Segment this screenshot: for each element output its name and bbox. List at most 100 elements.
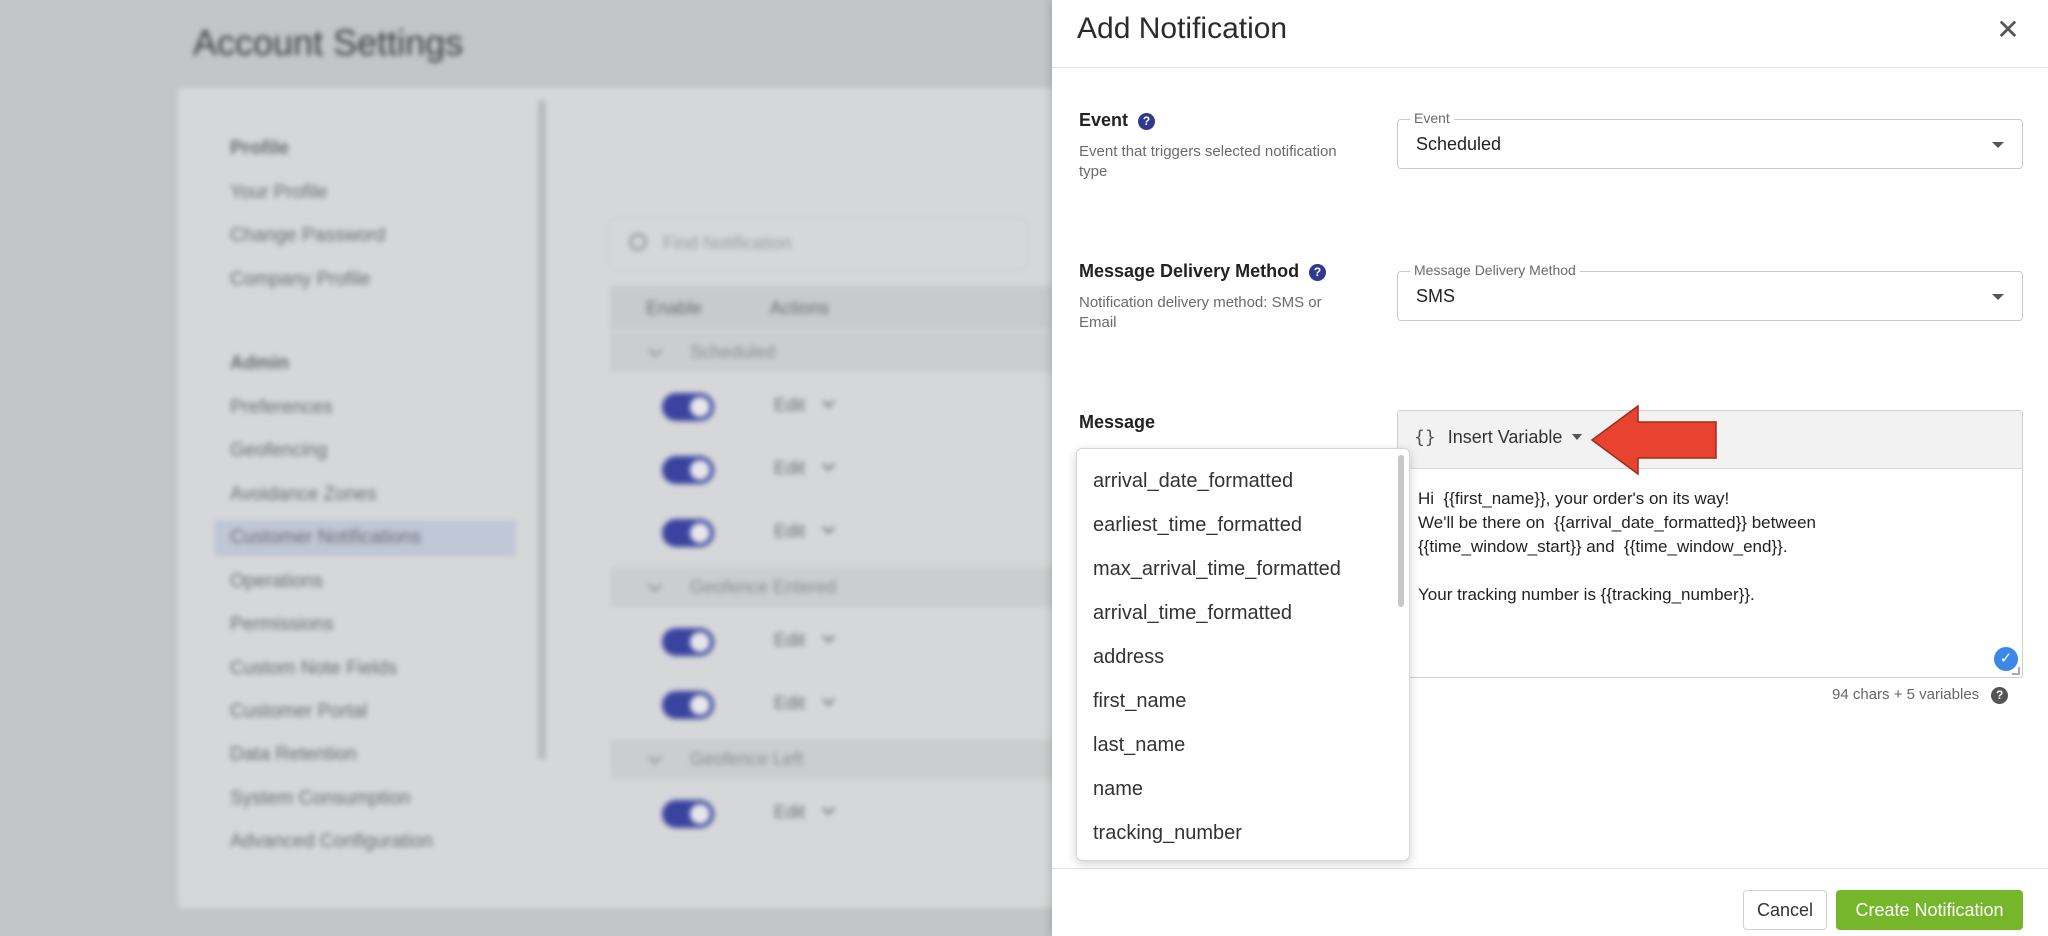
caret-down-icon [1992,294,2004,300]
variable-option-tracking-number[interactable]: tracking_number [1077,811,1409,855]
group-label: Scheduled [690,342,776,362]
edit-action[interactable]: Edit [774,630,805,651]
sidebar-item-customer-notifications[interactable]: Customer Notifications [230,527,421,549]
column-header-actions: Actions [770,298,830,318]
table-group-geofence-entered[interactable]: Geofence Entered [610,567,1052,607]
message-textarea[interactable]: Hi {{first_name}}, your order's on its w… [1418,487,1998,607]
sidebar-item-avoidance-zones[interactable]: Avoidance Zones [230,484,376,506]
variable-option-last-name[interactable]: last_name [1077,723,1409,767]
sidebar-item-data-retention[interactable]: Data Retention [230,744,357,766]
dropdown-scrollbar[interactable] [1398,455,1404,607]
message-line [1418,559,1998,583]
delivery-method-description: Notification delivery method: SMS or Ema… [1079,294,1322,331]
column-header-enable: Enable [646,298,703,318]
settings-sidebar: Profile Your Profile Change Password Com… [178,88,548,908]
edit-action[interactable]: Edit [774,395,805,416]
enable-toggle[interactable] [662,800,714,828]
enable-toggle[interactable] [662,628,714,656]
search-placeholder: Find Notification [663,233,793,253]
delivery-method-select[interactable]: Message Delivery Method SMS [1397,262,2023,321]
notification-search-input[interactable]: Find Notification [608,218,1028,270]
sidebar-item-permissions[interactable]: Permissions [230,614,333,636]
sidebar-item-change-password[interactable]: Change Password [230,225,385,247]
insert-variable-button[interactable]: {} Insert Variable [1414,427,1583,448]
delivery-method-label-text: Message Delivery Method [1079,261,1300,281]
event-select-value: Scheduled [1416,134,1502,154]
enable-toggle[interactable] [662,456,714,484]
sidebar-item-operations[interactable]: Operations [230,571,323,593]
edit-action[interactable]: Edit [774,802,805,823]
edit-action[interactable]: Edit [774,521,805,542]
help-icon[interactable]: ? [1309,264,1327,281]
table-group-scheduled[interactable]: Scheduled [610,332,1052,372]
message-label: Message [1079,412,1156,432]
delivery-method-legend: Message Delivery Method [1410,262,1580,278]
table-group-geofence-left[interactable]: Geofence Left [610,739,1052,779]
delivery-method-label: Message Delivery Method? [1079,261,1327,282]
sidebar-item-your-profile[interactable]: Your Profile [230,182,328,204]
help-icon[interactable]: ? [1138,113,1156,130]
sidebar-scrollbar[interactable] [538,100,546,760]
page-title: Account Settings [193,22,464,63]
variable-option-earliest-time-formatted[interactable]: earliest_time_formatted [1077,503,1409,547]
search-icon [629,233,647,251]
sidebar-item-system-consumption[interactable]: System Consumption [230,788,411,810]
close-icon[interactable]: ✕ [1992,14,2024,46]
variable-option-arrival-time-formatted[interactable]: arrival_time_formatted [1077,591,1409,635]
background-blur-layer: Account Settings Profile Your Profile Ch… [0,0,1052,936]
chevron-down-icon [647,749,663,765]
event-select[interactable]: Event Scheduled [1397,110,2023,169]
delivery-method-value: SMS [1416,286,1456,306]
message-line: Hi {{first_name}}, your order's on its w… [1418,489,1730,508]
variable-option-first-name[interactable]: first_name [1077,679,1409,723]
sidebar-group-admin: Admin [230,353,290,374]
chevron-down-icon[interactable] [822,458,835,471]
help-icon[interactable]: ? [1991,687,2009,704]
sidebar-item-custom-note-fields[interactable]: Custom Note Fields [230,658,397,680]
enable-toggle[interactable] [662,519,714,547]
cancel-button[interactable]: Cancel [1743,890,1827,930]
edit-action[interactable]: Edit [774,458,805,479]
chevron-down-icon[interactable] [822,395,835,408]
variable-option-address[interactable]: address [1077,635,1409,679]
variable-option-arrival-date-formatted[interactable]: arrival_date_formatted [1077,459,1409,503]
chevron-down-icon [647,342,663,358]
table-header: Enable Actions [610,286,1052,330]
chevron-down-icon [647,577,663,593]
sidebar-item-geofencing[interactable]: Geofencing [230,440,327,462]
caret-down-icon [1992,142,2004,148]
event-label-text: Event [1079,110,1129,130]
variable-option-max-arrival-time-formatted[interactable]: max_arrival_time_formatted [1077,547,1409,591]
table-row: Edit [610,377,1052,437]
create-notification-button[interactable]: Create Notification [1836,890,2023,930]
edit-action[interactable]: Edit [774,693,805,714]
background-page: Account Settings Profile Your Profile Ch… [0,0,1052,936]
sidebar-item-advanced-configuration[interactable]: Advanced Configuration [230,831,433,853]
table-row: Edit [610,784,1052,844]
chevron-down-icon[interactable] [822,630,835,643]
variable-option-name[interactable]: name [1077,767,1409,811]
resize-handle[interactable] [2012,667,2020,675]
table-row: Edit [610,503,1052,563]
chevron-down-icon[interactable] [822,693,835,706]
red-arrow-icon [1590,404,1717,476]
enable-toggle[interactable] [662,393,714,421]
message-line: {{time_window_start}} and {{time_window_… [1418,537,1788,556]
table-row: Edit [610,612,1052,672]
enable-toggle[interactable] [662,691,714,719]
message-line: We'll be there on {{arrival_date_formatt… [1418,513,1816,532]
insert-variable-label: Insert Variable [1447,427,1563,447]
settings-card: Profile Your Profile Change Password Com… [178,88,1052,908]
chevron-down-icon[interactable] [822,802,835,815]
drawer-header: Add Notification ✕ [1052,0,2048,68]
sidebar-item-company-profile[interactable]: Company Profile [230,269,370,291]
event-label: Event? [1079,110,1156,131]
group-label: Geofence Left [690,749,804,769]
chevron-down-icon[interactable] [822,521,835,534]
caret-down-icon [1572,434,1583,440]
drawer-title: Add Notification [1077,12,1288,45]
sidebar-item-preferences[interactable]: Preferences [230,397,332,419]
event-select-legend: Event [1410,110,1454,126]
table-row: Edit [610,440,1052,500]
sidebar-item-customer-portal[interactable]: Customer Portal [230,701,367,723]
